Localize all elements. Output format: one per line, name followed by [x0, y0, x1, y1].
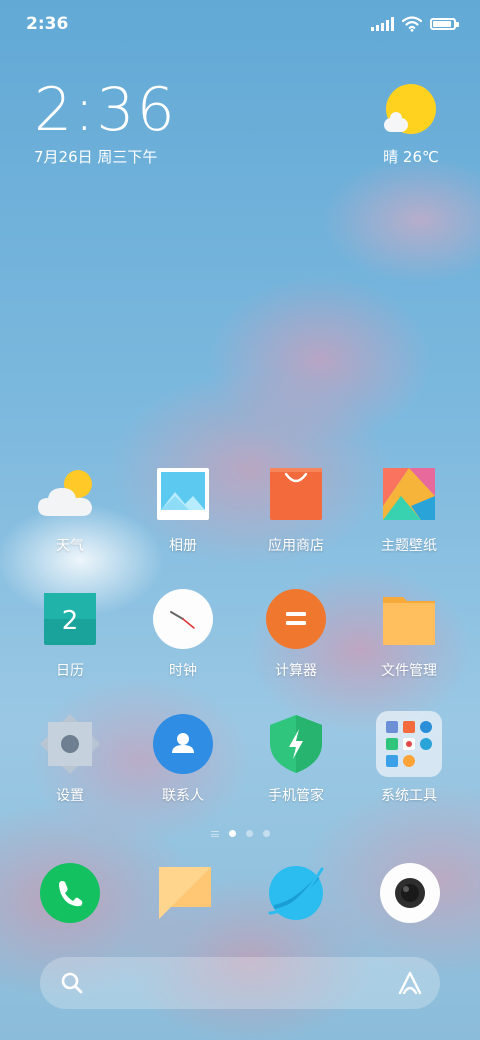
- app-store[interactable]: 应用商店: [241, 466, 351, 555]
- app-weather[interactable]: 天气: [15, 466, 125, 555]
- app-label: 时钟: [169, 663, 197, 679]
- app-system-tools-folder[interactable]: 系统工具: [354, 711, 464, 805]
- app-label: 主题壁纸: [381, 538, 437, 554]
- page-indicator[interactable]: [0, 830, 480, 837]
- widget-date: 7月26日 周三下午: [34, 148, 158, 166]
- page-list-icon[interactable]: [210, 830, 219, 837]
- status-bar: 2:36: [0, 0, 480, 50]
- folder-icon: [381, 591, 437, 647]
- app-label: 天气: [56, 538, 84, 554]
- folder-grid-icon: [376, 711, 442, 777]
- app-file-manager[interactable]: 文件管理: [354, 591, 464, 680]
- message-icon: [159, 867, 211, 919]
- weather-text: 晴 26℃: [383, 148, 439, 166]
- app-calendar[interactable]: 2 日历: [15, 591, 125, 680]
- app-label: 计算器: [275, 663, 317, 679]
- gear-icon: [40, 714, 100, 774]
- app-clock[interactable]: 时钟: [128, 589, 238, 680]
- dock-camera[interactable]: [380, 863, 440, 923]
- contacts-icon: [153, 714, 213, 774]
- app-label: 系统工具: [381, 788, 437, 804]
- app-label: 设置: [56, 788, 84, 804]
- wifi-icon: [402, 16, 422, 32]
- app-settings[interactable]: 设置: [15, 714, 125, 805]
- weather-icon: [38, 466, 98, 522]
- shopping-bag-icon: [268, 466, 324, 522]
- app-label: 手机管家: [268, 788, 324, 804]
- camera-icon: [380, 863, 440, 923]
- calculator-icon: [266, 589, 326, 649]
- calendar-day: 2: [62, 606, 79, 636]
- app-gallery[interactable]: 相册: [128, 466, 238, 555]
- status-time: 2:36: [26, 14, 69, 34]
- app-label: 文件管理: [381, 663, 437, 679]
- app-label: 联系人: [162, 788, 204, 804]
- weather-widget[interactable]: 晴 26℃: [376, 84, 446, 167]
- dock-browser[interactable]: [266, 863, 326, 923]
- signal-icon: [371, 17, 394, 31]
- planet-icon: [268, 866, 324, 920]
- app-label: 应用商店: [268, 538, 324, 554]
- assistant-icon[interactable]: [396, 969, 424, 997]
- app-calculator[interactable]: 计算器: [241, 589, 351, 680]
- app-contacts[interactable]: 联系人: [128, 714, 238, 805]
- status-icons: [371, 16, 459, 32]
- app-themes[interactable]: 主题壁纸: [354, 466, 464, 555]
- themes-icon: [381, 466, 437, 522]
- sun-with-cloud-icon: [384, 84, 436, 134]
- clock-widget[interactable]: 2:36 7月26日 周三下午: [34, 78, 177, 167]
- calendar-icon: 2: [42, 591, 98, 647]
- gallery-icon: [155, 466, 211, 522]
- app-label: 日历: [56, 663, 84, 679]
- page-dot-1[interactable]: [228, 830, 236, 837]
- search-icon[interactable]: [60, 971, 84, 995]
- phone-icon: [40, 863, 100, 923]
- battery-icon: [430, 18, 459, 30]
- search-bar[interactable]: [40, 957, 440, 1009]
- widget-time: 2:36: [34, 75, 177, 145]
- shield-bolt-icon: [268, 715, 324, 773]
- clock-icon: [153, 589, 213, 649]
- dock-messages[interactable]: [155, 863, 215, 923]
- page-dot-2[interactable]: [245, 830, 253, 837]
- page-dot-3[interactable]: [262, 830, 270, 837]
- dock-phone[interactable]: [40, 863, 100, 923]
- app-security[interactable]: 手机管家: [241, 715, 351, 805]
- app-label: 相册: [169, 538, 197, 554]
- battery-level: [433, 21, 451, 27]
